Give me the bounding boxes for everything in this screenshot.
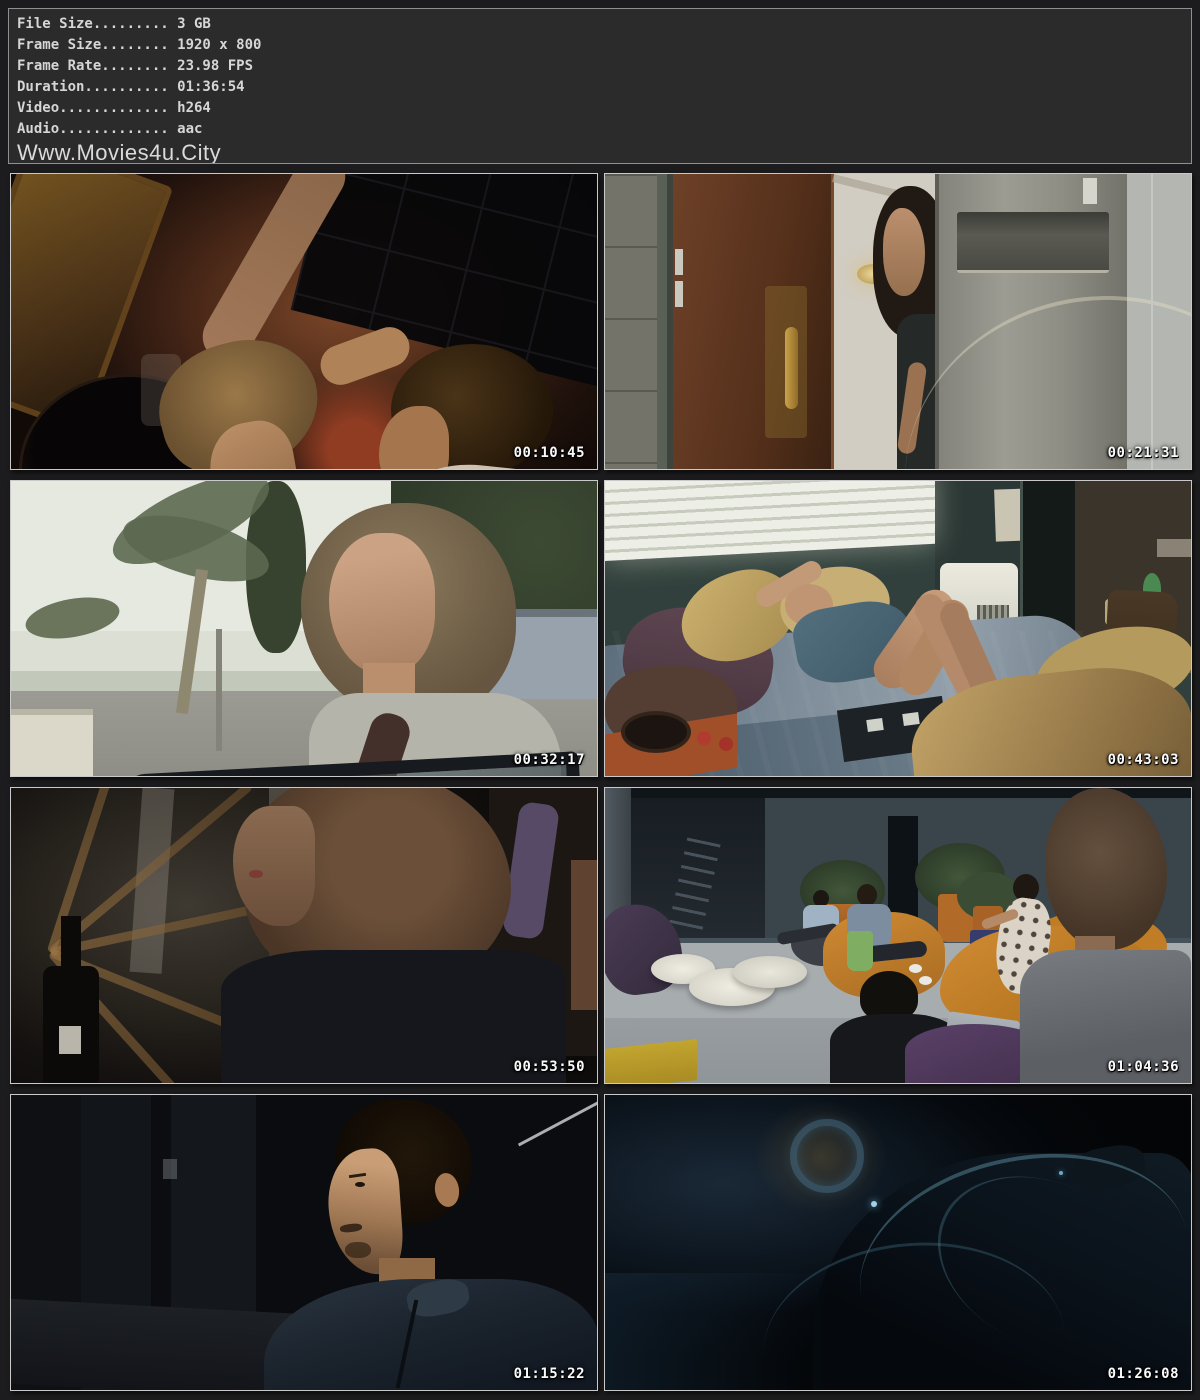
video-codec-line: Video............. h264 (17, 98, 1191, 119)
file-size-line: File Size......... 3 GB (17, 14, 1191, 35)
bottle-label-shape (59, 1026, 81, 1054)
peeking-woman-face-shape (883, 208, 925, 296)
media-info-screenshot-sheet: File Size......... 3 GB Frame Size......… (0, 0, 1200, 1400)
machine-label-shape (1083, 178, 1097, 204)
timestamp-overlay: 00:43:03 (1108, 752, 1179, 768)
right-tile-seam (1151, 174, 1153, 469)
bright-edge-line (518, 1099, 598, 1147)
wine-bottle-neck-shape (61, 916, 81, 972)
wall-speck-shape (163, 1159, 177, 1179)
specular-highlight-dot (871, 1201, 877, 1207)
red-cup-shape (697, 731, 711, 745)
screenshot-car-door-scene: 00:32:17 (10, 480, 598, 777)
green-stool-shape (847, 931, 873, 971)
street-pole-shape (216, 629, 222, 751)
frame-size-line: Frame Size........ 1920 x 800 (17, 35, 1191, 56)
stone-bowl-shape (733, 956, 807, 988)
left-tile-wall-shape (605, 174, 657, 469)
laptop-sticker-shape (866, 718, 884, 732)
lips-shape (249, 870, 263, 878)
yellow-table-shape (605, 1039, 697, 1084)
foreground-person-hair-shape (1045, 788, 1167, 950)
screenshot-party-profile-scene: 00:53:50 (10, 787, 598, 1084)
circular-emblem-shape (790, 1119, 864, 1193)
audio-codec-line: Audio............. aac (17, 119, 1191, 140)
media-info-box: File Size......... 3 GB Frame Size......… (8, 8, 1192, 164)
screenshot-night-car-scene: 01:26:08 (604, 1094, 1192, 1391)
wine-bottle-shape (43, 966, 99, 1084)
background-arm-shape (571, 860, 598, 1010)
small-palm-shape (22, 591, 122, 645)
timestamp-overlay: 01:26:08 (1108, 1366, 1179, 1382)
screenshot-door-machine-scene: 00:21:31 (604, 173, 1192, 470)
door-hinge-shape (675, 281, 683, 307)
duration-line: Duration.......... 01:36:54 (17, 77, 1191, 98)
timestamp-overlay: 01:15:22 (514, 1366, 585, 1382)
timestamp-overlay: 01:04:36 (1108, 1059, 1179, 1075)
palm-trunk-shape (176, 569, 208, 714)
timestamp-overlay: 00:21:31 (1108, 445, 1179, 461)
box-shape (1157, 539, 1192, 557)
chin-beard-shape (345, 1242, 371, 1258)
machine-slot-shape (957, 212, 1109, 273)
eye-shape (355, 1182, 365, 1187)
window-blinds-shape (605, 480, 935, 561)
specular-highlight-dot (1059, 1171, 1063, 1175)
dark-bowl-shape (621, 711, 691, 753)
blue-wash-gradient (605, 1273, 827, 1390)
woman-face-shape (329, 533, 435, 675)
white-sneaker-shape (909, 964, 922, 973)
timestamp-overlay: 00:10:45 (514, 445, 585, 461)
screenshot-man-profile-scene: 01:15:22 (10, 1094, 598, 1391)
laptop-sticker-shape (902, 712, 920, 726)
wooden-door-shape (673, 174, 834, 469)
building-shape (11, 709, 93, 777)
seated-man-head-shape (857, 884, 877, 906)
frame-rate-line: Frame Rate........ 23.98 FPS (17, 56, 1191, 77)
screenshot-bathroom-scene: 00:10:45 (10, 173, 598, 470)
brass-handle-shape (785, 327, 798, 409)
site-watermark: Www.Movies4u.City (17, 141, 1191, 164)
door-hinge-shape (675, 249, 683, 275)
timestamp-overlay: 00:32:17 (514, 752, 585, 768)
timestamp-overlay: 00:53:50 (514, 1059, 585, 1075)
screenshot-lounge-scene: 01:04:36 (604, 787, 1192, 1084)
screenshot-bedroom-scene: 00:43:03 (604, 480, 1192, 777)
screenshot-grid: 00:10:45 00:21:31 (10, 173, 1192, 1391)
